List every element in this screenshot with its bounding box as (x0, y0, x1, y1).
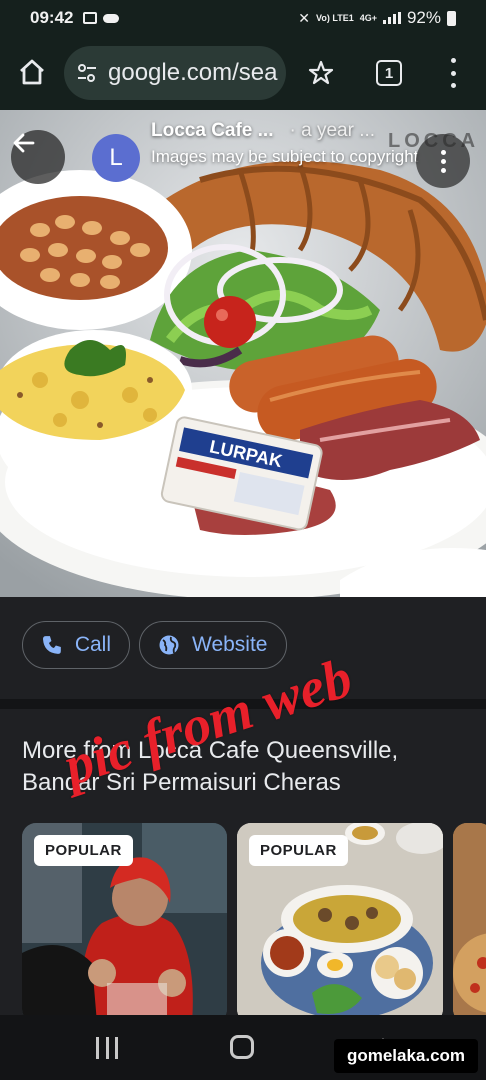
network-label: Vo) LTE1 (316, 12, 354, 23)
recent-apps-button[interactable] (96, 1037, 118, 1059)
gallery-icon (83, 12, 98, 24)
website-button[interactable]: Website (139, 621, 287, 669)
browser-toolbar: google.com/sea 1 (0, 36, 486, 110)
status-bar: 09:42 ✕ Vo) LTE1 4G+ 92% (0, 0, 486, 36)
source-avatar[interactable]: L (92, 134, 140, 182)
image-source-info[interactable]: Locca Cafe ... · a year ... Images may b… (151, 120, 421, 169)
food-photo[interactable]: LURPAK LOCCA L Locca Cafe ... · a year .… (0, 110, 486, 597)
popular-badge: POPULAR (34, 835, 133, 866)
pizza-image (453, 823, 486, 1023)
arrow-back-icon (13, 133, 35, 153)
address-bar[interactable]: google.com/sea (64, 46, 286, 100)
breakfast-plate-image: LURPAK (0, 110, 486, 597)
related-image-card[interactable] (453, 823, 486, 1023)
back-button[interactable] (11, 130, 65, 184)
battery-percent: 92% (406, 8, 441, 27)
cloud-icon (103, 13, 120, 23)
notification-icons (83, 12, 120, 24)
time-ago: · a year ... (289, 120, 376, 141)
globe-icon (159, 635, 179, 655)
website-label: Website (192, 633, 268, 656)
signal-icon (382, 12, 401, 24)
copyright-notice: Images may be subject to copyright (151, 147, 419, 166)
home-icon[interactable] (18, 58, 46, 86)
status-time: 09:42 (30, 8, 74, 27)
signal-type-label: 4G+ (359, 12, 377, 23)
screen: 09:42 ✕ Vo) LTE1 4G+ 92% google.com/sea (0, 0, 486, 1080)
source-title[interactable]: Locca Cafe ... (151, 120, 274, 142)
phone-icon (42, 636, 61, 654)
mute-icon: ✕ (298, 9, 311, 26)
related-image-card[interactable]: POPULAR (237, 823, 443, 1023)
system-icons: ✕ Vo) LTE1 4G+ 92% (298, 8, 456, 28)
call-button[interactable]: Call (22, 621, 130, 669)
home-nav-button[interactable] (230, 1035, 254, 1059)
tune-icon[interactable] (76, 62, 98, 84)
image-more-button[interactable] (416, 134, 470, 188)
call-label: Call (74, 633, 111, 656)
star-icon[interactable] (307, 59, 335, 87)
watermark: gomelaka.com (334, 1039, 478, 1073)
related-image-card[interactable]: POPULAR (22, 823, 227, 1023)
battery-icon (447, 10, 456, 26)
url-text: google.com/sea (108, 59, 278, 86)
popular-badge: POPULAR (249, 835, 348, 866)
tab-switcher-button[interactable]: 1 (376, 60, 402, 86)
more-vert-icon[interactable] (446, 58, 460, 88)
